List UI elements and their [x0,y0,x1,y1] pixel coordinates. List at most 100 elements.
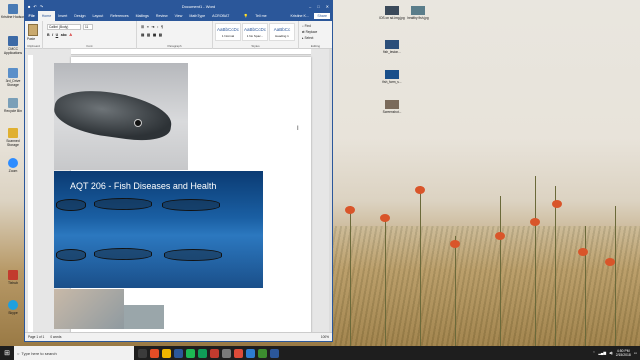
style-heading-1[interactable]: AaBbCc Heading 1 [269,23,295,41]
chevron-up-icon[interactable]: ⌃ [592,351,595,355]
font-name-select[interactable]: Calibri (Body) [47,24,81,30]
desktop-icon-label: Scanned Storage [6,139,20,147]
style-normal[interactable]: AaBbCcDc 1 Normal [215,23,241,41]
style-preview: AaBbCc [273,27,291,32]
slide-title: AQT 206 - Fish Diseases and Health [70,181,217,191]
tab-design[interactable]: Design [71,14,89,18]
align-right-icon[interactable]: ▦ [153,33,156,37]
tab-insert[interactable]: Insert [55,14,71,18]
text-cursor-icon: I [297,126,299,132]
justify-icon[interactable]: ▧ [159,33,162,37]
tixhub-taskbar-icon[interactable] [210,348,219,358]
style-no-spacing[interactable]: AaBbCcDc 1 No Spac... [242,23,268,41]
net-pen [94,248,152,260]
folder-icon [8,128,18,138]
close-button[interactable]: ✕ [326,4,329,9]
search-box[interactable]: ○ Type here to search [14,346,134,360]
user-name[interactable]: Kristine K... [287,14,312,18]
italic-icon[interactable]: I [52,33,53,37]
document-area[interactable]: AQT 206 - Fish Diseases and Health [25,49,332,334]
desktop-icon-tixhub[interactable]: Tixhub [0,270,26,285]
desktop-file-icon[interactable]: Screenshot... [378,100,406,114]
excel-icon[interactable] [258,348,267,358]
tab-view[interactable]: View [171,14,186,18]
desktop-icon-cmcc[interactable]: CMCC Applications [0,36,26,55]
list-row: ☰ ≡ ⇥ ↕ ¶ [141,25,163,29]
align-left-icon[interactable]: ▤ [141,33,144,37]
select-button[interactable]: ▸ Select [302,36,313,40]
desktop-file-icon[interactable]: fish_lesion... [378,40,406,54]
indent-icon[interactable]: ⇥ [151,25,154,29]
paste-icon[interactable] [28,24,38,36]
desktop-icon-user-folder[interactable]: Kristine Hodson [0,4,26,19]
pilcrow-icon[interactable]: ¶ [161,25,163,29]
task-view-icon[interactable] [138,348,147,358]
select-label: Select [304,36,314,40]
title-bar[interactable]: ■ ↶ ↷ Document1 - Word – □ ✕ [25,1,332,11]
app-icon[interactable] [222,348,231,358]
horizontal-ruler [71,49,311,55]
tixhub-icon [8,270,18,280]
tab-file[interactable]: File [25,14,39,18]
tab-acrobat[interactable]: ACROBAT [209,14,233,18]
find-button[interactable]: ⌕ Find [302,24,311,28]
poppy-flower [552,200,562,208]
align-center-icon[interactable]: ▥ [147,33,150,37]
volume-icon[interactable]: ◀) [609,351,613,355]
word-window[interactable]: ■ ↶ ↷ Document1 - Word – □ ✕ File Home I… [24,0,333,342]
onenote-icon[interactable] [270,348,279,358]
search-icon: ○ [17,350,20,356]
desktop-file-icon[interactable]: healthy fish.jpg [404,6,432,20]
page-count[interactable]: Page 1 of 1 [28,335,44,339]
numbering-icon[interactable]: ≡ [147,25,149,29]
styles-group: AaBbCcDc 1 Normal AaBbCcDc 1 No Spac... Aa… [213,21,299,49]
maximize-button[interactable]: □ [317,4,319,9]
underline-icon[interactable]: U [56,33,59,37]
tell-me-box[interactable]: 💡 Tell me [237,14,274,18]
firefox-icon[interactable] [150,348,159,358]
powerpoint-icon[interactable] [234,348,243,358]
bullets-icon[interactable]: ☰ [141,25,144,29]
save-icon[interactable]: ■ [28,4,30,9]
tab-mailings[interactable]: Mailings [132,14,152,18]
align-row: ▤ ▥ ▦ ▧ [141,33,162,37]
word-icon[interactable] [174,348,183,358]
desktop-icon-zoom[interactable]: Zoom [0,158,26,173]
spotify-icon[interactable] [186,348,195,358]
share-button[interactable]: Share [314,13,330,19]
word-count[interactable]: 0 words [50,335,61,339]
desktop-icon-skype[interactable]: Skype [0,300,26,315]
desktop-file-icon[interactable]: fish_farm_s... [378,70,406,84]
bold-icon[interactable]: B [47,33,50,37]
desktop-icon-recycle-bin[interactable]: Recycle Bin [0,98,26,113]
tab-layout[interactable]: Layout [89,14,107,18]
vertical-scrollbar[interactable] [329,49,332,334]
taskbar: ⊞ ○ Type here to search ⌃ ▂▄▆ ◀) 4:50 PM… [0,346,640,360]
undo-icon[interactable]: ↶ [33,4,36,9]
desktop-file-icon[interactable]: IDS on sd-img.jpg [378,6,406,20]
network-icon[interactable]: ▂▄▆ [598,351,606,355]
tab-mathtype[interactable]: MathType [186,14,209,18]
windows-start-button[interactable]: ⊞ [0,346,14,360]
tab-references[interactable]: References [107,14,132,18]
font-color-icon[interactable]: A [69,33,72,37]
tab-review[interactable]: Review [152,14,171,18]
replace-button[interactable]: ⇄ Replace [302,30,317,34]
chrome-icon[interactable] [198,348,207,358]
sort-icon[interactable]: ↕ [157,25,159,29]
desktop-icon-drive[interactable]: 3rd_Drive Storage [0,68,26,87]
notifications-icon[interactable]: ▭ [634,351,637,355]
poppy-flower [605,258,615,266]
redo-icon[interactable]: ↷ [40,4,43,9]
tab-home[interactable]: Home [38,11,55,21]
file-explorer-icon[interactable] [162,348,171,358]
minimize-button[interactable]: – [309,4,311,9]
style-name: 1 Normal [221,34,235,38]
font-size-select[interactable]: 11 [83,24,93,30]
zoom-level[interactable]: 100% [321,335,329,339]
strikethrough-icon[interactable]: abc [61,33,67,37]
desktop-icon-label: CMCC Applications [3,47,23,55]
outlook-icon[interactable] [246,348,255,358]
clock[interactable]: 4:50 PM 2/15/2018 [616,349,631,357]
desktop-icon-scanned[interactable]: Scanned Storage [0,128,26,147]
